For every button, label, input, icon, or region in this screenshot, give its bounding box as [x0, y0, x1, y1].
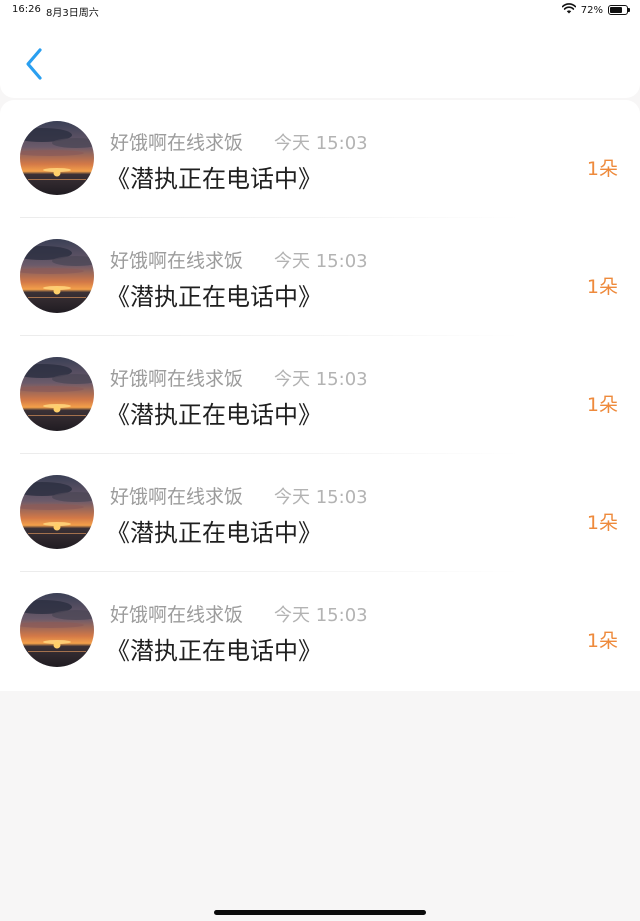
status-time: 16:26: [12, 4, 41, 15]
post-time: 今天 15:03: [274, 133, 368, 154]
flower-count: 1朵: [586, 512, 618, 534]
avatar[interactable]: [20, 475, 94, 549]
sunset-avatar-image: [20, 239, 94, 313]
post-time: 今天 15:03: [274, 369, 368, 390]
flower-count: 1朵: [586, 630, 618, 652]
wifi-icon: [561, 3, 576, 17]
message-text: 《潜执正在电话中》: [106, 165, 322, 193]
post-time: 今天 15:03: [274, 251, 368, 272]
back-button[interactable]: [20, 46, 50, 82]
sunset-avatar-image: [20, 475, 94, 549]
battery-percent: 72%: [580, 4, 603, 16]
battery-icon: [608, 5, 630, 15]
user-name[interactable]: 好饿啊在线求饭: [110, 364, 243, 391]
user-name[interactable]: 好饿啊在线求饭: [110, 600, 243, 627]
flower-count: 1朵: [586, 394, 618, 416]
list-item[interactable]: 好饿啊在线求饭 今天 15:03 《潜执正在电话中》 1朵: [0, 218, 640, 336]
sunset-avatar-image: [20, 593, 94, 667]
message-text: 《潜执正在电话中》: [106, 401, 322, 429]
message-text: 《潜执正在电话中》: [106, 637, 322, 665]
home-indicator: [214, 910, 426, 915]
avatar[interactable]: [20, 357, 94, 431]
list-item[interactable]: 好饿啊在线求饭 今天 15:03 《潜执正在电话中》 1朵: [0, 572, 640, 690]
status-date: 8月3日周六: [46, 8, 99, 19]
gift-list: 好饿啊在线求饭 今天 15:03 《潜执正在电话中》 1朵 好饿啊在线求饭 今天…: [0, 100, 640, 691]
list-item[interactable]: 好饿啊在线求饭 今天 15:03 《潜执正在电话中》 1朵: [0, 454, 640, 572]
avatar[interactable]: [20, 121, 94, 195]
user-name[interactable]: 好饿啊在线求饭: [110, 482, 243, 509]
battery-fill: [610, 7, 622, 13]
sunset-avatar-image: [20, 121, 94, 195]
message-text: 《潜执正在电话中》: [106, 519, 322, 547]
user-name[interactable]: 好饿啊在线求饭: [110, 246, 243, 273]
user-name[interactable]: 好饿啊在线求饭: [110, 128, 243, 155]
status-indicators: 72%: [561, 3, 630, 17]
avatar[interactable]: [20, 593, 94, 667]
message-text: 《潜执正在电话中》: [106, 283, 322, 311]
post-time: 今天 15:03: [274, 487, 368, 508]
flower-count: 1朵: [586, 276, 618, 298]
sunset-avatar-image: [20, 357, 94, 431]
nav-bar: [0, 20, 640, 98]
list-item[interactable]: 好饿啊在线求饭 今天 15:03 《潜执正在电话中》 1朵: [0, 336, 640, 454]
avatar[interactable]: [20, 239, 94, 313]
post-time: 今天 15:03: [274, 605, 368, 626]
list-item[interactable]: 好饿啊在线求饭 今天 15:03 《潜执正在电话中》 1朵: [0, 100, 640, 218]
status-bar: 16:26 8月3日周六 72%: [0, 0, 640, 20]
chevron-left-icon: [26, 48, 42, 80]
flower-count: 1朵: [586, 158, 618, 180]
